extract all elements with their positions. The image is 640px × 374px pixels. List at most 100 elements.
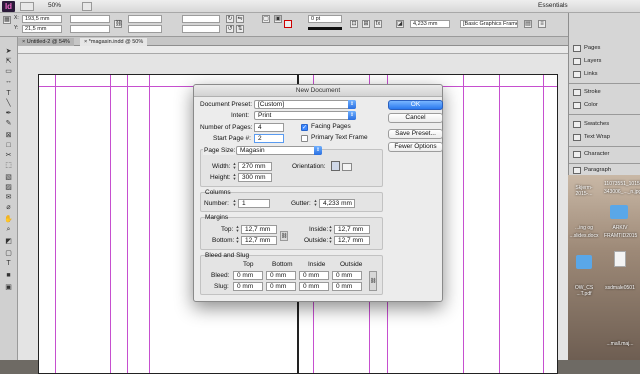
zoom-tool-icon[interactable]: ⌕	[3, 225, 14, 234]
desktop-file[interactable]: Skjerm-2015-...	[568, 185, 600, 197]
note-tool-icon[interactable]: ✉	[3, 193, 14, 202]
frame-fitting-icon[interactable]: ⊡	[350, 20, 358, 28]
slug-inside-input[interactable]: 0 mm	[299, 282, 329, 291]
fill-swatch-icon[interactable]	[284, 20, 292, 28]
pencil-tool-icon[interactable]: ✎	[3, 119, 14, 128]
gap-tool-icon[interactable]: ↔	[3, 77, 14, 86]
bridge-icon[interactable]	[20, 2, 34, 11]
scissors-tool-icon[interactable]: ✂	[3, 151, 14, 160]
select-content-icon[interactable]: ▣	[274, 15, 282, 23]
y-position-field[interactable]: 21,5 mm	[22, 25, 62, 33]
margin-outside-input[interactable]: 12,7 mm	[334, 236, 370, 245]
gradient-feather-tool-icon[interactable]: ▨	[3, 183, 14, 192]
panel-swatches[interactable]: Swatches	[569, 119, 640, 130]
rectangle-tool-icon[interactable]: □	[3, 141, 14, 150]
panel-stroke[interactable]: Stroke	[569, 87, 640, 98]
start-page-input[interactable]: 2	[254, 134, 284, 143]
document-preset-select[interactable]: [Custom] ⇕	[254, 100, 356, 109]
desktop-file[interactable]: ...mall.maj...	[604, 341, 636, 347]
selection-tool-icon[interactable]: ➤	[3, 47, 14, 56]
margin-outside-stepper-icon[interactable]: ▲ ▼	[328, 236, 333, 245]
formatting-container-icon[interactable]: ▢	[3, 249, 14, 258]
stroke-type-swatch[interactable]	[308, 27, 342, 30]
pdf-file-icon[interactable]	[614, 251, 626, 267]
line-tool-icon[interactable]: ╲	[3, 99, 14, 108]
panel-text-wrap[interactable]: Text Wrap	[569, 132, 640, 143]
constrain-proportions-icon[interactable]: ⛓	[114, 20, 123, 28]
margin-inside-input[interactable]: 12,7 mm	[334, 225, 370, 234]
margin-bottom-stepper-icon[interactable]: ▲ ▼	[235, 236, 240, 245]
width-field[interactable]	[70, 15, 110, 23]
flip-vertical-icon[interactable]: ⇅	[236, 25, 244, 33]
desktop-file[interactable]: ...slides.docx	[568, 233, 600, 239]
desktop-file[interactable]: ...T.pdf	[568, 291, 600, 297]
slug-bottom-input[interactable]: 0 mm	[266, 282, 296, 291]
desktop-file[interactable]: ssdmale0501	[604, 285, 636, 291]
cancel-button[interactable]: Cancel	[388, 113, 443, 123]
margin-inside-stepper-icon[interactable]: ▲ ▼	[328, 225, 333, 234]
scale-x-field[interactable]	[128, 15, 162, 23]
desktop-folder[interactable]: FRAMTID2015	[604, 233, 637, 239]
formatting-text-icon[interactable]: T	[3, 259, 14, 268]
desktop-file[interactable]: ...ing og	[568, 225, 600, 231]
select-container-icon[interactable]: ▢	[262, 15, 270, 23]
panel-menu-icon[interactable]: ≡	[538, 20, 546, 28]
width-stepper-icon[interactable]: ▲ ▼	[232, 162, 237, 171]
width-input[interactable]: 270 mm	[238, 162, 272, 171]
rotate-cw-icon[interactable]: ↻	[226, 15, 234, 23]
bleed-outside-input[interactable]: 0 mm	[332, 271, 362, 280]
corner-size-field[interactable]: 4,233 mm	[410, 20, 450, 28]
tab-close-icon[interactable]: ×	[84, 39, 87, 45]
x-position-field[interactable]: 193,5 mm	[22, 15, 62, 23]
fit-content-icon[interactable]: ⊞	[362, 20, 370, 28]
desktop-file[interactable]: 11073551_10155	[604, 181, 640, 187]
columns-stepper-icon[interactable]: ▲ ▼	[232, 199, 237, 208]
intent-select[interactable]: Print ⇕	[254, 111, 356, 120]
page-tool-icon[interactable]: ▭	[3, 67, 14, 76]
doc-tab-untitled[interactable]: × Untitled-2 @ 54%	[18, 38, 74, 46]
margin-bottom-input[interactable]: 12,7 mm	[241, 236, 277, 245]
object-style-select[interactable]: [Basic Graphics Frame]+	[460, 20, 518, 28]
fill-stroke-icon[interactable]: ◩	[3, 237, 14, 246]
facing-pages-checkbox[interactable]: ✓	[301, 124, 308, 131]
panel-pages[interactable]: Pages	[569, 43, 640, 54]
height-stepper-icon[interactable]: ▲ ▼	[232, 173, 237, 182]
bleed-top-input[interactable]: 0 mm	[233, 271, 263, 280]
portrait-orientation-icon[interactable]	[331, 161, 340, 171]
ok-button[interactable]: OK	[388, 100, 443, 110]
flip-horizontal-icon[interactable]: ⇋	[236, 15, 244, 23]
drop-shadow-icon[interactable]: ◪	[396, 20, 404, 28]
slug-outside-input[interactable]: 0 mm	[332, 282, 362, 291]
landscape-orientation-icon[interactable]	[342, 163, 352, 171]
stroke-weight-field[interactable]: 0 pt	[308, 15, 342, 23]
panel-layers[interactable]: Layers	[569, 56, 640, 67]
eyedropper-tool-icon[interactable]: ⌀	[3, 203, 14, 212]
save-preset-button[interactable]: Save Preset...	[388, 129, 443, 139]
bleed-inside-input[interactable]: 0 mm	[299, 271, 329, 280]
direct-selection-tool-icon[interactable]: ⇱	[3, 57, 14, 66]
number-of-pages-input[interactable]: 4	[254, 123, 284, 132]
desktop-folder[interactable]: ARKIV	[604, 225, 636, 231]
slug-top-input[interactable]: 0 mm	[233, 282, 263, 291]
columns-number-input[interactable]: 1	[238, 199, 270, 208]
panel-links[interactable]: Links	[569, 69, 640, 80]
height-input[interactable]: 300 mm	[238, 173, 272, 182]
gutter-input[interactable]: 4,233 mm	[319, 199, 355, 208]
rotate-ccw-icon[interactable]: ↺	[226, 25, 234, 33]
panel-color[interactable]: Color	[569, 100, 640, 111]
auto-fit-icon[interactable]: ▤	[524, 20, 532, 28]
type-tool-icon[interactable]: T	[3, 89, 14, 98]
folder-icon[interactable]	[576, 255, 592, 269]
shear-field[interactable]	[182, 25, 220, 33]
workspace-switcher[interactable]: Essentials	[538, 2, 568, 9]
height-field[interactable]	[70, 25, 110, 33]
desktop-file[interactable]: 343006_..._n.jpg	[604, 189, 640, 195]
apply-color-icon[interactable]: ■	[3, 271, 14, 280]
page-size-select[interactable]: Magasin ⇕	[236, 146, 322, 155]
hand-tool-icon[interactable]: ✋	[3, 215, 14, 224]
margin-top-stepper-icon[interactable]: ▲ ▼	[235, 225, 240, 234]
zoom-level[interactable]: 50%	[48, 2, 61, 9]
scale-y-field[interactable]	[128, 25, 162, 33]
screen-mode-icon[interactable]: ▣	[3, 283, 14, 292]
primary-text-frame-checkbox[interactable]	[301, 135, 308, 142]
